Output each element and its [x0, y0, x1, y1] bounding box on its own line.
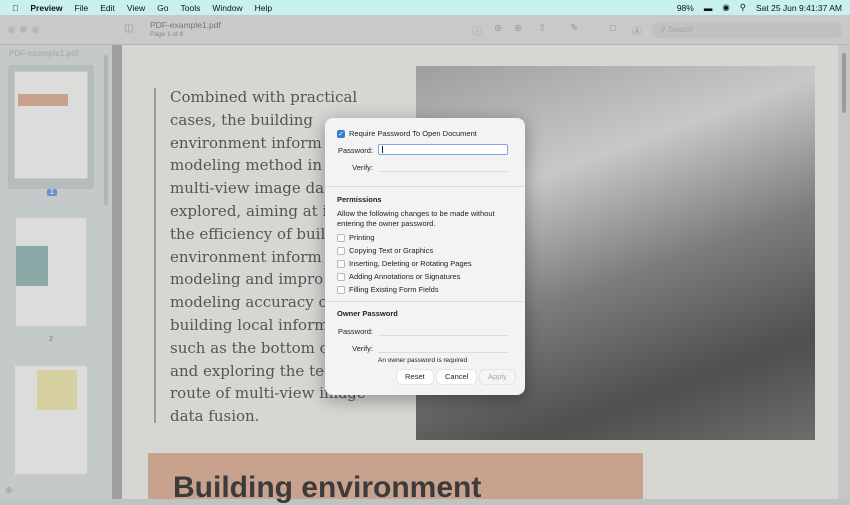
zoom-in-icon[interactable]: ⊕	[514, 23, 522, 34]
require-password-checkbox[interactable]: ✓ Require Password To Open Document	[337, 129, 477, 138]
encryption-dialog: ✓ Require Password To Open Document Passw…	[325, 118, 525, 395]
menu-app[interactable]: Preview	[30, 3, 62, 13]
zoom-button[interactable]	[32, 26, 39, 33]
divider	[325, 186, 525, 187]
owner-verify-label: Verify:	[352, 344, 373, 353]
permissions-desc-2: entering the owner password.	[337, 219, 436, 228]
owner-password-note: An owner password is required	[378, 357, 468, 364]
battery-icon[interactable]: ▬	[704, 3, 713, 13]
info-icon[interactable]: ⓘ	[472, 23, 482, 38]
permission-label: Inserting, Deleting or Rotating Pages	[349, 259, 472, 268]
checkbox	[337, 233, 345, 242]
checkbox	[337, 285, 345, 294]
window-controls[interactable]	[8, 26, 39, 33]
permission-inserting[interactable]: Inserting, Deleting or Rotating Pages	[337, 259, 472, 268]
permission-form-fields[interactable]: Filling Existing Form Fields	[337, 285, 439, 294]
checkmark-icon: ✓	[337, 129, 345, 138]
page-thumbnail-2[interactable]	[15, 217, 87, 327]
permission-copying[interactable]: Copying Text or Graphics	[337, 246, 433, 255]
body-text-line: data fusion.	[170, 407, 260, 426]
minimize-button[interactable]	[20, 26, 27, 33]
password-label: Password:	[337, 146, 373, 155]
zoom-out-icon[interactable]: ⊕	[494, 23, 502, 34]
quote-bar	[154, 88, 156, 423]
page-thumbnail-1[interactable]	[14, 71, 88, 179]
clock[interactable]: Sat 25 Jun 9:41:37 AM	[756, 3, 842, 13]
page-number-1: 1	[47, 189, 57, 196]
menu-edit[interactable]: Edit	[100, 3, 115, 13]
divider	[325, 301, 525, 302]
permission-label: Printing	[349, 233, 375, 242]
apple-icon[interactable]: 	[12, 3, 18, 13]
permissions-desc: Allow the following changes to be made w…	[337, 209, 495, 218]
toolbar: ◫ PDF-example1.pdf Page 1 of 8 ⓘ ⊕ ⊕ ⇧ ✎ …	[0, 15, 850, 45]
owner-password-label: Password:	[337, 327, 373, 336]
menu-help[interactable]: Help	[255, 3, 272, 13]
apply-button[interactable]: Apply	[480, 370, 515, 384]
permissions-title: Permissions	[337, 195, 382, 204]
require-password-label: Require Password To Open Document	[349, 129, 477, 138]
owner-verify-field[interactable]	[378, 342, 508, 353]
permission-printing[interactable]: Printing	[337, 233, 374, 242]
permission-label: Filling Existing Form Fields	[349, 285, 439, 294]
add-page-icon[interactable]: ⊕	[5, 485, 13, 496]
sidebar-scrollbar[interactable]	[104, 55, 108, 205]
sidebar-toggle-icon[interactable]: ◫	[124, 23, 133, 34]
body-text-line: Combined with practical	[170, 88, 358, 106]
menu-tools[interactable]: Tools	[181, 3, 201, 13]
search-placeholder: Search	[668, 25, 694, 34]
sidebar-title: PDF-example1.pdf	[9, 49, 79, 58]
checkbox	[337, 272, 345, 281]
verify-field[interactable]	[378, 161, 508, 172]
checkbox	[337, 246, 345, 255]
annotate-icon[interactable]: Ⓐ	[632, 23, 642, 38]
thumbnail-sidebar: PDF-example1.pdf 1 2 ⊕	[0, 45, 112, 499]
page-number-2: 2	[49, 336, 53, 343]
menu-bar:  Preview File Edit View Go Tools Window…	[0, 0, 850, 15]
verify-label: Verify:	[352, 163, 373, 172]
rotate-icon[interactable]: □	[610, 23, 616, 34]
heading-banner: Building environment	[148, 453, 643, 504]
page-heading: Building environment	[173, 471, 482, 504]
permission-label: Adding Annotations or Signatures	[349, 272, 461, 281]
share-icon[interactable]: ⇧	[538, 23, 546, 34]
owner-password-title: Owner Password	[337, 309, 398, 318]
page-thumbnail-3[interactable]	[14, 365, 88, 475]
owner-password-field[interactable]	[378, 325, 508, 336]
close-button[interactable]	[8, 26, 15, 33]
menu-window[interactable]: Window	[212, 3, 242, 13]
wifi-icon[interactable]: ◉	[722, 2, 729, 13]
cancel-button[interactable]: Cancel	[437, 370, 477, 384]
menu-go[interactable]: Go	[157, 3, 168, 13]
document-title: PDF-example1.pdf	[150, 20, 221, 30]
search-input[interactable]: ⚲ Search	[652, 22, 842, 38]
battery-percent: 98%	[676, 2, 694, 13]
page-indicator: Page 1 of 8	[150, 31, 184, 38]
markup-icon[interactable]: ✎	[570, 23, 578, 34]
menu-view[interactable]: View	[127, 3, 145, 13]
permission-annotations[interactable]: Adding Annotations or Signatures	[337, 272, 460, 281]
password-field[interactable]	[378, 144, 508, 155]
reset-button[interactable]: Reset	[397, 370, 433, 384]
checkbox	[337, 259, 345, 268]
sidebar-divider[interactable]	[112, 45, 122, 499]
document-scrollbar[interactable]	[838, 45, 850, 499]
menu-file[interactable]: File	[75, 3, 89, 13]
spotlight-icon[interactable]: ⚲	[740, 2, 746, 13]
permission-label: Copying Text or Graphics	[349, 246, 434, 255]
